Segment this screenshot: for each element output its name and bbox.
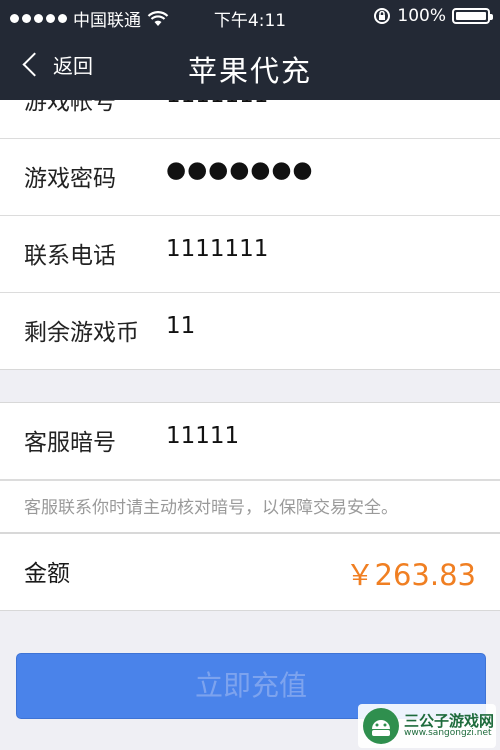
form-row-account[interactable]: 游戏帐号 1111111 [0, 100, 500, 139]
service-code-group: 客服暗号 11111 客服联系你时请主动核对暗号，以保障交易安全。 [0, 402, 500, 533]
battery-percent: 100% [397, 6, 446, 26]
form-row-coins[interactable]: 剩余游戏币 11 [0, 293, 500, 369]
amount-value: ￥263.83 [345, 558, 476, 592]
form-row-password[interactable]: 游戏密码 ●●●●●●● [0, 139, 500, 216]
coins-field[interactable]: 11 [166, 313, 195, 339]
form-row-phone[interactable]: 联系电话 1111111 [0, 216, 500, 293]
row-label: 联系电话 [24, 243, 116, 269]
amount-label: 金额 [24, 561, 70, 587]
row-label: 游戏帐号 [24, 100, 116, 115]
watermark: 三公子游戏网 www.sangongzi.net [358, 704, 496, 748]
form-content: 游戏帐号 1111111 游戏密码 ●●●●●●● 联系电话 1111111 剩… [0, 100, 500, 750]
watermark-url: www.sangongzi.net [404, 728, 492, 739]
page-title: 苹果代充 [187, 54, 312, 88]
phone-field[interactable]: 1111111 [166, 236, 268, 262]
rotation-lock-icon [374, 8, 391, 24]
amount-row: 金额 ￥263.83 [0, 533, 500, 611]
status-bar: 中国联通 下午4:11 100% [0, 0, 500, 34]
security-note: 客服联系你时请主动核对暗号，以保障交易安全。 [0, 480, 500, 532]
password-field[interactable]: ●●●●●●● [166, 157, 313, 183]
watermark-name: 三公子游戏网 [404, 711, 495, 730]
navigation-bar: 返回 苹果代充 [0, 34, 500, 100]
recharge-button-label: 立即充值 [194, 669, 307, 702]
row-label: 游戏密码 [24, 166, 116, 192]
account-field[interactable]: 1111111 [166, 100, 268, 108]
row-label: 客服暗号 [24, 430, 116, 456]
android-logo-icon [363, 708, 399, 744]
form-row-service-code[interactable]: 客服暗号 11111 [0, 403, 500, 480]
row-label: 剩余游戏币 [24, 320, 139, 346]
service-code-field[interactable]: 11111 [166, 423, 239, 449]
account-info-group: 游戏帐号 1111111 游戏密码 ●●●●●●● 联系电话 1111111 剩… [0, 100, 500, 370]
battery-icon [452, 8, 493, 24]
